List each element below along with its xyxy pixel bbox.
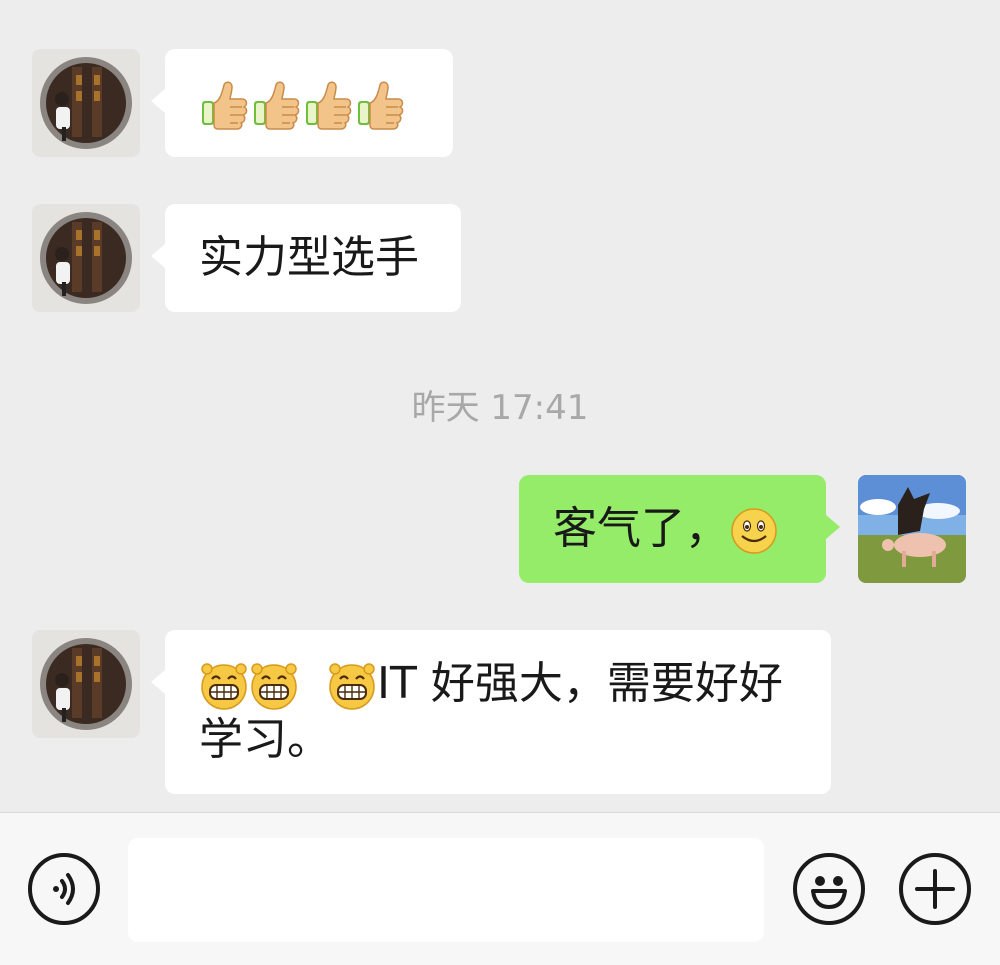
thumbs-up-icon: [201, 81, 248, 130]
more-button[interactable]: [899, 853, 971, 925]
message-bubble-self[interactable]: 客气了，: [519, 475, 840, 583]
grin-icon: [328, 662, 376, 711]
chat-history: 实力型选手 昨天 17:41 客气了， IT 好强大，需要好好 学习。: [0, 0, 1000, 812]
message-bubble[interactable]: IT 好强大，需要好好 学习。: [151, 630, 831, 794]
message-text: 实力型选手: [199, 232, 419, 283]
thumbs-up-icon: [357, 81, 404, 130]
message-text: IT 好强大，需要好好: [377, 658, 783, 709]
grin-icon: [250, 662, 298, 711]
voice-button[interactable]: [28, 853, 100, 925]
message-bubble[interactable]: 实力型选手: [151, 204, 461, 312]
contact-avatar[interactable]: [32, 204, 140, 312]
thumbs-up-icon: [253, 81, 300, 130]
message-text: 客气了，: [553, 503, 729, 554]
voice-icon: [53, 873, 75, 905]
contact-avatar[interactable]: [32, 49, 140, 157]
emoji-icon: [811, 876, 847, 909]
thumbs-up-icon: [305, 81, 352, 130]
message-text-line2: 学习。: [199, 714, 331, 765]
self-avatar[interactable]: [858, 475, 966, 583]
timestamp: 昨天 17:41: [411, 388, 589, 428]
message-line: IT 好强大，需要好好: [199, 656, 797, 712]
emoji-button[interactable]: [793, 853, 865, 925]
input-bar: [0, 812, 1000, 965]
message-input[interactable]: [128, 838, 764, 942]
message-bubble[interactable]: [151, 49, 453, 157]
smile-icon: [730, 507, 778, 555]
grin-icon: [200, 662, 248, 711]
plus-icon: [915, 869, 955, 909]
contact-avatar[interactable]: [32, 630, 140, 738]
